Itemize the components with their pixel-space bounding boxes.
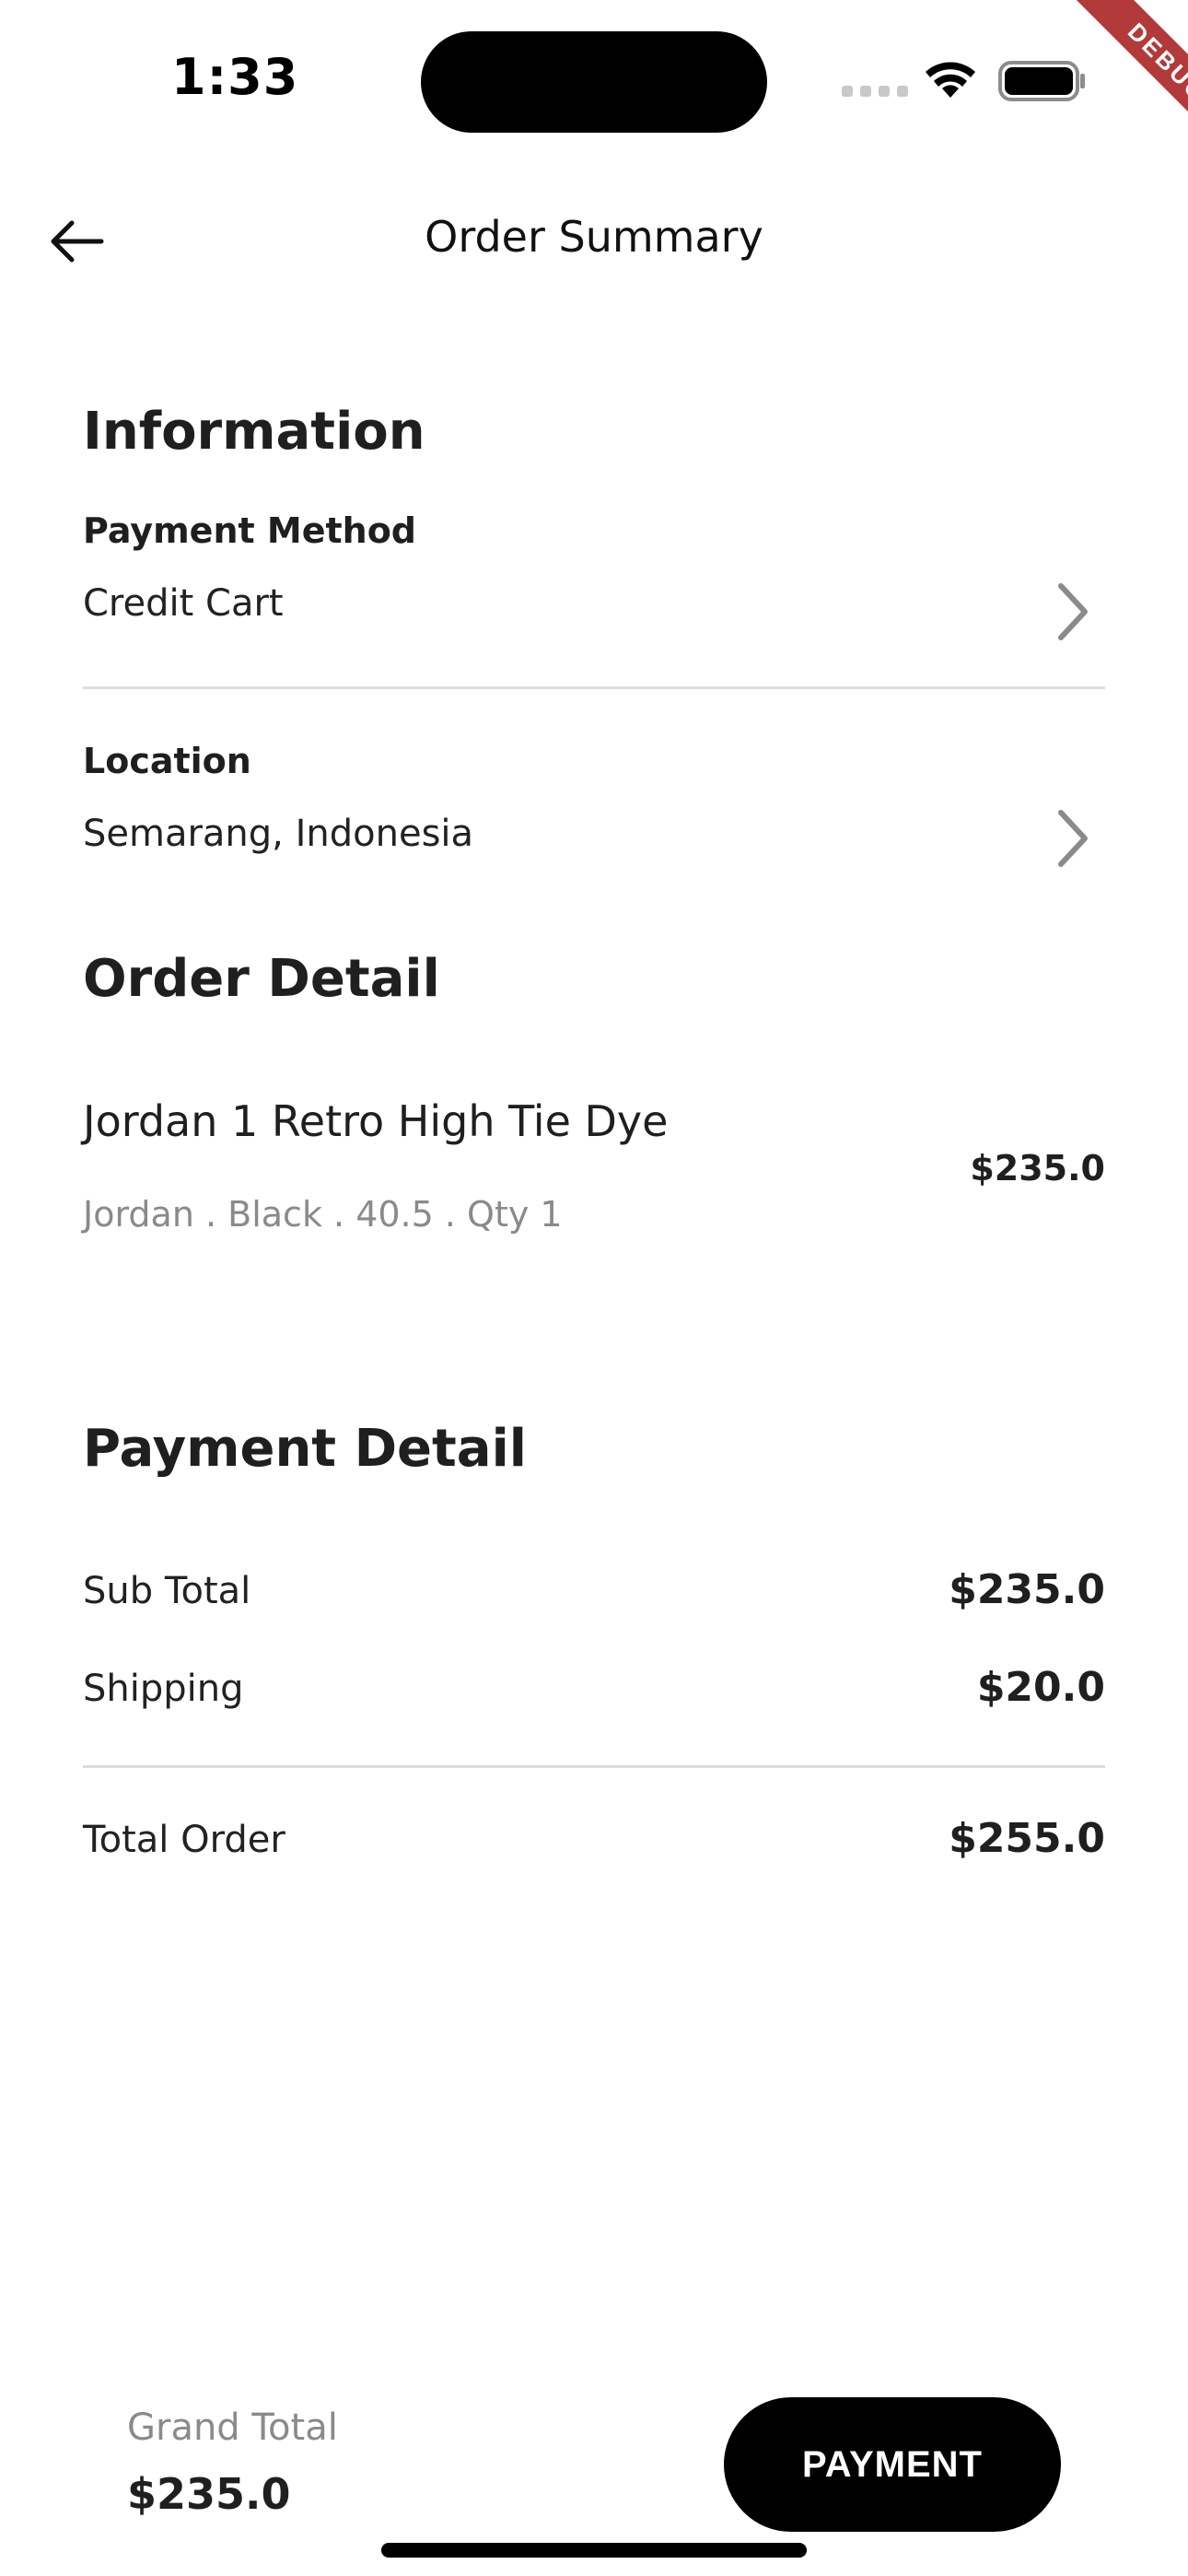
page-title: Order Summary (425, 212, 763, 262)
location-row[interactable]: Location Semarang, Indonesia (0, 728, 1188, 894)
sub-total-value: $235.0 (949, 1566, 1105, 1613)
total-order-label: Total Order (83, 1819, 285, 1861)
wifi-icon (926, 62, 975, 98)
order-detail-title: Order Detail (83, 949, 440, 1009)
chevron-right-icon (1044, 575, 1100, 649)
shipping-value: $20.0 (976, 1664, 1105, 1711)
order-item-name: Jordan 1 Retro High Tie Dye (83, 1096, 669, 1146)
sub-total-label: Sub Total (83, 1570, 251, 1612)
payment-method-value: Credit Cart (83, 582, 284, 625)
order-item-price: $235.0 (970, 1148, 1105, 1188)
payment-method-row[interactable]: Payment Method Credit Cart (0, 498, 1188, 682)
shipping-label: Shipping (83, 1668, 244, 1710)
grand-total-label: Grand Total (127, 2406, 338, 2449)
home-indicator (381, 2543, 807, 2558)
divider (83, 686, 1105, 689)
order-item-meta: Jordan . Black . 40.5 . Qty 1 (83, 1194, 563, 1235)
payment-method-label: Payment Method (83, 510, 417, 551)
grand-total-value: $235.0 (127, 2469, 291, 2519)
total-order-value: $255.0 (949, 1815, 1105, 1862)
payment-detail-title: Payment Detail (83, 1419, 527, 1479)
location-value: Semarang, Indonesia (83, 813, 474, 855)
status-time: 1:33 (171, 48, 299, 106)
debug-banner: DEBUG (1031, 0, 1188, 157)
payment-button[interactable]: PAYMENT (724, 2397, 1061, 2532)
chevron-right-icon (1044, 802, 1100, 875)
divider (83, 1765, 1105, 1768)
location-label: Location (83, 741, 251, 781)
debug-label: DEBUG (1068, 0, 1188, 157)
dynamic-island (421, 31, 767, 133)
cellular-signal-icon (842, 86, 908, 97)
information-title: Information (83, 402, 425, 462)
